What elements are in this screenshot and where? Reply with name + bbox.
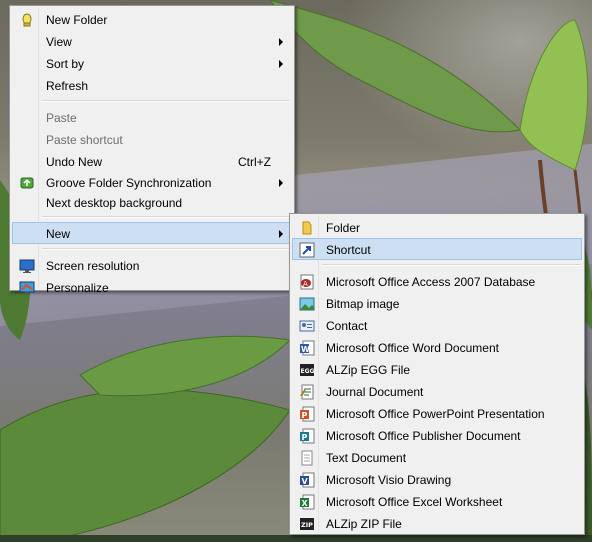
submenu-item-access-db[interactable]: A Microsoft Office Access 2007 Database — [292, 270, 582, 292]
submenu-item-alzip-egg[interactable]: EGG ALZip EGG File — [292, 358, 582, 380]
alzip-zip-icon: ZIP — [299, 516, 315, 532]
visio-icon: V — [299, 472, 315, 488]
menu-item-label: Bitmap image — [326, 297, 400, 311]
submenu-item-word-doc[interactable]: W Microsoft Office Word Document — [292, 336, 582, 358]
shortcut-icon — [299, 242, 315, 258]
menu-item-sort-by[interactable]: Sort by — [12, 52, 292, 74]
menu-item-label: ALZip EGG File — [326, 363, 411, 377]
groove-sync-icon — [19, 175, 35, 191]
alzip-egg-icon: EGG — [299, 362, 315, 378]
menu-item-label: Text Document — [326, 451, 407, 465]
menu-item-label: Paste shortcut — [46, 133, 123, 147]
word-doc-icon: W — [299, 340, 315, 356]
menu-item-label: View — [46, 35, 72, 49]
menu-item-next-background[interactable]: Next desktop background — [12, 192, 292, 212]
submenu-item-bitmap[interactable]: Bitmap image — [292, 292, 582, 314]
desktop-context-menu: New Folder View Sort by Refresh Paste Pa… — [9, 5, 295, 295]
menu-item-label: Microsoft Office Word Document — [326, 341, 499, 355]
excel-icon: X — [299, 494, 315, 510]
menu-item-label: Refresh — [46, 79, 89, 93]
menu-item-label: Microsoft Office PowerPoint Presentation — [326, 407, 545, 421]
menu-separator — [42, 216, 290, 218]
submenu-arrow-icon — [279, 38, 283, 46]
menu-item-label: New — [46, 227, 71, 241]
menu-item-label: Microsoft Office Access 2007 Database — [326, 275, 536, 289]
menu-item-label: Next desktop background — [46, 196, 183, 210]
menu-item-view[interactable]: View — [12, 30, 292, 52]
submenu-item-excel[interactable]: X Microsoft Office Excel Worksheet — [292, 490, 582, 512]
screen-resolution-icon — [19, 258, 35, 274]
menu-item-label: Microsoft Visio Drawing — [326, 473, 452, 487]
menu-item-label: Personalize — [46, 281, 109, 295]
svg-text:W: W — [301, 345, 310, 354]
menu-item-label: Paste — [46, 111, 77, 125]
submenu-item-journal-doc[interactable]: Journal Document — [292, 380, 582, 402]
submenu-item-folder[interactable]: Folder — [292, 216, 582, 238]
svg-text:X: X — [302, 499, 309, 508]
submenu-item-contact[interactable]: Contact — [292, 314, 582, 336]
menu-separator — [42, 100, 290, 102]
svg-text:A: A — [303, 280, 308, 288]
svg-text:ZIP: ZIP — [301, 521, 313, 529]
menu-item-label: Journal Document — [326, 385, 424, 399]
new-submenu: Folder Shortcut A Microsoft Office Acces… — [289, 213, 585, 535]
menu-separator — [322, 264, 580, 266]
menu-item-label: ALZip ZIP File — [326, 517, 402, 531]
menu-item-screen-resolution[interactable]: Screen resolution — [12, 254, 292, 276]
menu-item-label: Sort by — [46, 57, 85, 71]
powerpoint-icon: P — [299, 406, 315, 422]
menu-item-label: Screen resolution — [46, 259, 140, 273]
menu-item-groove-sync[interactable]: Groove Folder Synchronization — [12, 172, 292, 192]
menu-item-paste[interactable]: Paste — [12, 106, 292, 128]
submenu-item-alzip-zip[interactable]: ZIP ALZip ZIP File — [292, 512, 582, 534]
publisher-icon: P — [299, 428, 315, 444]
submenu-item-text-doc[interactable]: Text Document — [292, 446, 582, 468]
menu-item-refresh[interactable]: Refresh — [12, 74, 292, 96]
menu-item-new-folder[interactable]: New Folder — [12, 8, 292, 30]
keyboard-shortcut: Ctrl+Z — [238, 155, 271, 169]
contact-icon — [299, 318, 315, 334]
text-doc-icon — [299, 450, 315, 466]
menu-item-label: Folder — [326, 221, 361, 235]
svg-text:EGG: EGG — [301, 368, 315, 375]
menu-item-label: Microsoft Office Excel Worksheet — [326, 495, 503, 509]
journal-doc-icon — [299, 384, 315, 400]
submenu-item-powerpoint[interactable]: P Microsoft Office PowerPoint Presentati… — [292, 402, 582, 424]
access-db-icon: A — [299, 274, 315, 290]
submenu-item-visio[interactable]: V Microsoft Visio Drawing — [292, 468, 582, 490]
menu-item-label: Undo New — [46, 155, 103, 169]
personalize-icon — [19, 280, 35, 296]
bitmap-icon — [299, 296, 315, 312]
folder-icon — [299, 220, 315, 236]
new-folder-icon — [19, 12, 35, 28]
menu-item-undo-new[interactable]: Undo New Ctrl+Z — [12, 150, 292, 172]
submenu-item-publisher[interactable]: P Microsoft Office Publisher Document — [292, 424, 582, 446]
menu-item-label: Groove Folder Synchronization — [46, 176, 212, 190]
submenu-arrow-icon — [279, 60, 283, 68]
svg-text:P: P — [302, 433, 308, 442]
submenu-item-shortcut[interactable]: Shortcut — [292, 238, 582, 260]
menu-item-paste-shortcut[interactable]: Paste shortcut — [12, 128, 292, 150]
submenu-arrow-icon — [279, 230, 283, 238]
menu-separator — [42, 248, 290, 250]
menu-item-label: Shortcut — [326, 243, 371, 257]
menu-item-label: Contact — [326, 319, 368, 333]
menu-item-label: New Folder — [46, 13, 108, 27]
svg-text:V: V — [302, 477, 309, 486]
svg-text:P: P — [302, 411, 308, 420]
menu-item-label: Microsoft Office Publisher Document — [326, 429, 521, 443]
menu-item-new[interactable]: New — [12, 222, 292, 244]
menu-item-personalize[interactable]: Personalize — [12, 276, 292, 298]
submenu-arrow-icon — [279, 179, 283, 187]
